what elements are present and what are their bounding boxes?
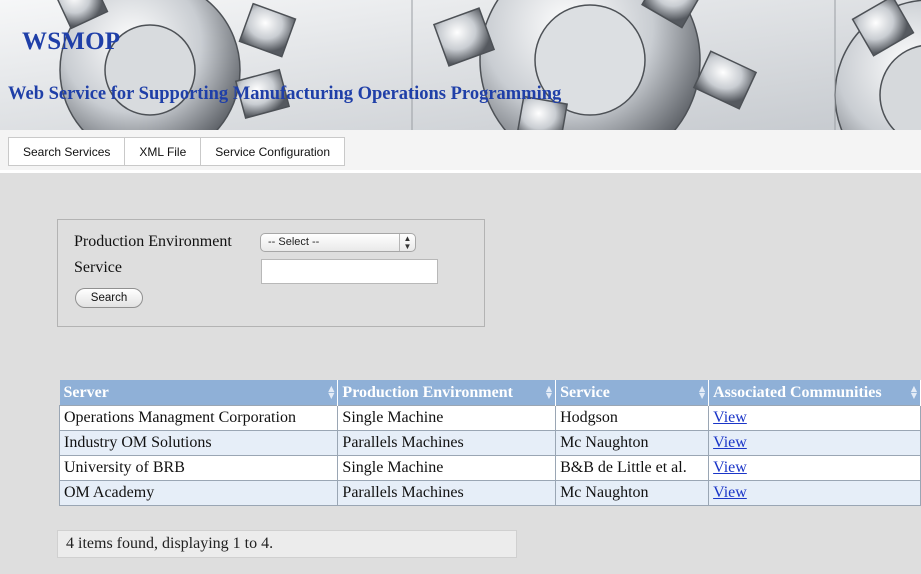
cell-production-environment: Parallels Machines [337, 430, 557, 456]
table-header-row: Server ▲ ▼ Production Environment ▲ ▼ Serv… [59, 380, 921, 406]
cell-server: University of BRB [58, 455, 339, 481]
cell-service: Mc Naughton [555, 430, 710, 456]
service-input[interactable] [261, 259, 438, 284]
search-button[interactable]: Search [75, 288, 143, 308]
production-environment-selected: -- Select -- [268, 236, 320, 248]
production-environment-select[interactable]: -- Select -- ▲ ▼ [260, 233, 416, 252]
results-status: 4 items found, displaying 1 to 4. [57, 530, 517, 558]
results-table: Server ▲ ▼ Production Environment ▲ ▼ Serv… [58, 380, 921, 506]
column-header-server[interactable]: Server ▲ ▼ [59, 380, 339, 406]
tab-search-services[interactable]: Search Services [8, 137, 125, 166]
cell-service: Mc Naughton [555, 480, 710, 506]
sort-updown-icon: ▲ ▼ [698, 384, 706, 400]
search-panel: Production Environment -- Select -- ▲ ▼ S… [57, 219, 485, 327]
table-row: University of BRB Single Machine B&B de … [58, 455, 921, 481]
cell-associated-communities: View [708, 480, 921, 506]
app-subtitle: Web Service for Supporting Manufacturing… [8, 84, 562, 104]
table-row: Operations Managment Corporation Single … [58, 405, 921, 431]
production-environment-label: Production Environment [74, 233, 232, 250]
header-banner: WSMOP Web Service for Supporting Manufac… [0, 0, 921, 130]
table-row: Industry OM Solutions Parallels Machines… [58, 430, 921, 456]
tab-bar: Search Services XML File Service Configu… [0, 130, 921, 173]
cell-production-environment: Parallels Machines [337, 480, 557, 506]
view-link[interactable]: View [713, 484, 747, 501]
cell-associated-communities: View [708, 430, 921, 456]
sort-updown-icon: ▲ ▼ [328, 384, 335, 400]
app-title: WSMOP [22, 28, 121, 55]
view-link[interactable]: View [713, 409, 747, 426]
tab-list: Search Services XML File Service Configu… [8, 137, 346, 166]
view-link[interactable]: View [713, 459, 747, 476]
table-row: OM Academy Parallels Machines Mc Naughto… [58, 480, 921, 506]
cell-production-environment: Single Machine [337, 455, 557, 481]
cell-server: OM Academy [58, 480, 339, 506]
sort-updown-icon: ▲ ▼ [910, 384, 917, 400]
sort-updown-icon: ▲ ▼ [545, 384, 553, 400]
tab-service-configuration[interactable]: Service Configuration [200, 137, 346, 166]
cell-associated-communities: View [708, 455, 921, 481]
select-arrows-icon: ▲ ▼ [399, 234, 415, 251]
service-label: Service [74, 259, 122, 276]
cell-production-environment: Single Machine [337, 405, 557, 431]
column-header-associated-communities[interactable]: Associated Communities ▲ ▼ [708, 380, 921, 406]
view-link[interactable]: View [713, 434, 747, 451]
cell-associated-communities: View [708, 405, 921, 431]
tab-xml-file[interactable]: XML File [124, 137, 201, 166]
cell-service: B&B de Little et al. [555, 455, 710, 481]
cell-server: Operations Managment Corporation [58, 405, 339, 431]
cell-server: Industry OM Solutions [58, 430, 339, 456]
column-header-production-environment[interactable]: Production Environment ▲ ▼ [337, 380, 557, 406]
gear-banner-image [0, 0, 921, 130]
cell-service: Hodgson [555, 405, 710, 431]
column-header-service[interactable]: Service ▲ ▼ [555, 380, 710, 406]
